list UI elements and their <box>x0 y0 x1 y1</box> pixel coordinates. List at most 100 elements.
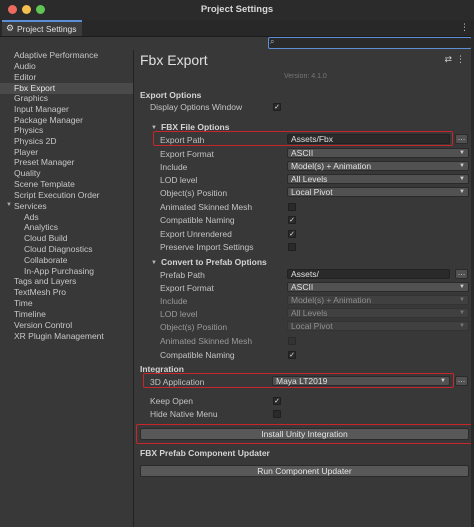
settings-sidebar: Adaptive Performance Audio Editor Fbx Ex… <box>0 50 134 527</box>
fbx-export-format-value: ASCII <box>291 148 314 158</box>
expanded-arrow-icon[interactable]: ▼ <box>6 202 12 208</box>
gear-icon: ⚙ <box>6 23 15 33</box>
prefab-path-label: Prefab Path <box>160 270 205 280</box>
sidebar-item-audio[interactable]: Audio <box>14 61 36 72</box>
sidebar-item-services[interactable]: Services <box>14 201 47 212</box>
prefab-export-format-dropdown[interactable]: ASCII ▼ <box>287 282 469 292</box>
fbx-include-dropdown[interactable]: Model(s) + Animation ▼ <box>287 161 469 171</box>
search-bar: ⌕ <box>0 37 474 49</box>
sidebar-item-cloud-diagnostics[interactable]: Cloud Diagnostics <box>24 244 93 255</box>
chevron-down-icon: ▼ <box>459 284 465 290</box>
fbx-position-value: Local Pivot <box>291 187 333 197</box>
sidebar-item-physics-2d[interactable]: Physics 2D <box>14 136 57 147</box>
display-options-window-checkbox[interactable]: ✓ <box>273 103 281 111</box>
sidebar-item-quality[interactable]: Quality <box>14 168 40 179</box>
sidebar-item-version-control[interactable]: Version Control <box>14 320 72 331</box>
window-title: Project Settings <box>200 4 274 15</box>
tab-project-settings[interactable]: ⚙ Project Settings <box>2 20 82 36</box>
sidebar-item-textmesh-pro[interactable]: TextMesh Pro <box>14 287 66 298</box>
fbx-animated-skinned-checkbox[interactable] <box>288 203 296 211</box>
chevron-down-icon: ▼ <box>459 150 465 156</box>
hide-native-menu-checkbox[interactable] <box>273 410 281 418</box>
fbx-compatible-naming-label: Compatible Naming <box>160 215 235 225</box>
fbx-export-format-dropdown[interactable]: ASCII ▼ <box>287 148 469 158</box>
chevron-down-icon: ▼ <box>459 176 465 182</box>
fbx-compatible-naming-checkbox[interactable]: ✓ <box>288 216 296 224</box>
hide-native-menu-label: Hide Native Menu <box>150 409 218 419</box>
sidebar-item-time[interactable]: Time <box>14 298 33 309</box>
sidebar-item-analytics[interactable]: Analytics <box>24 222 58 233</box>
fbx-lod-label: LOD level <box>160 175 198 185</box>
fbx-position-dropdown[interactable]: Local Pivot ▼ <box>287 187 469 197</box>
sidebar-item-xr-plugin-management[interactable]: XR Plugin Management <box>14 331 104 342</box>
checkmark-icon: ✓ <box>289 352 295 359</box>
prefab-compatible-naming-checkbox[interactable]: ✓ <box>288 351 296 359</box>
fbx-export-unrendered-checkbox[interactable]: ✓ <box>288 230 296 238</box>
tab-bar: ⚙ Project Settings ⋮ <box>0 20 474 37</box>
fbx-export-unrendered-label: Export Unrendered <box>160 229 232 239</box>
help-icon[interactable]: ⋮ <box>456 54 469 64</box>
sidebar-item-collaborate[interactable]: Collaborate <box>24 255 67 266</box>
prefab-path-field[interactable]: Assets/ <box>287 269 450 279</box>
checkmark-icon: ✓ <box>289 217 295 224</box>
sidebar-item-scene-template[interactable]: Scene Template <box>14 179 75 190</box>
prefab-export-format-label: Export Format <box>160 283 214 293</box>
prefab-include-label: Include <box>160 296 188 306</box>
prefab-lod-label: LOD level <box>160 309 198 319</box>
prefab-lod-dropdown[interactable]: All Levels ▼ <box>287 308 469 318</box>
keep-open-checkbox[interactable]: ✓ <box>273 397 281 405</box>
fbx-preserve-import-checkbox[interactable] <box>288 243 296 251</box>
fbx-export-format-label: Export Format <box>160 149 214 159</box>
prefab-position-value: Local Pivot <box>291 321 333 331</box>
preset-icon[interactable]: ⇄ <box>444 54 456 64</box>
prefab-compatible-naming-label: Compatible Naming <box>160 350 235 360</box>
chevron-down-icon: ▼ <box>459 310 465 316</box>
chevron-down-icon: ▼ <box>459 297 465 303</box>
tab-label: Project Settings <box>17 24 77 34</box>
prefab-include-value: Model(s) + Animation <box>291 295 372 305</box>
sidebar-item-adaptive-performance[interactable]: Adaptive Performance <box>14 50 98 61</box>
app-browse-button[interactable]: … <box>455 376 468 386</box>
fbx-position-label: Object(s) Position <box>160 188 228 198</box>
sidebar-item-graphics[interactable]: Graphics <box>14 93 48 104</box>
search-input[interactable]: ⌕ <box>268 37 472 49</box>
checkmark-icon: ✓ <box>289 231 295 238</box>
export-path-highlight <box>153 131 453 146</box>
fbx-lod-dropdown[interactable]: All Levels ▼ <box>287 174 469 184</box>
more-menu-icon[interactable]: ⋮ <box>460 22 469 33</box>
sidebar-item-editor[interactable]: Editor <box>14 72 36 83</box>
sidebar-item-script-execution-order[interactable]: Script Execution Order <box>14 190 100 201</box>
sidebar-item-cloud-build[interactable]: Cloud Build <box>24 233 67 244</box>
prefab-lod-value: All Levels <box>291 308 328 318</box>
prefab-path-browse-button[interactable]: … <box>455 269 468 279</box>
convert-prefab-heading: Convert to Prefab Options <box>161 257 267 267</box>
version-label: Version: 4.1.0 <box>284 73 327 80</box>
checkmark-icon: ✓ <box>274 104 280 111</box>
sidebar-item-input-manager[interactable]: Input Manager <box>14 104 69 115</box>
sidebar-item-timeline[interactable]: Timeline <box>14 309 46 320</box>
chevron-down-icon: ▼ <box>459 163 465 169</box>
search-icon: ⌕ <box>270 37 275 46</box>
prefab-include-dropdown[interactable]: Model(s) + Animation ▼ <box>287 295 469 305</box>
page-title: Fbx Export <box>140 52 208 68</box>
chevron-down-icon: ▼ <box>459 323 465 329</box>
prefab-animated-skinned-checkbox[interactable] <box>288 337 296 345</box>
sidebar-item-preset-manager[interactable]: Preset Manager <box>14 157 74 168</box>
title-bar: Project Settings <box>0 0 474 21</box>
convert-prefab-foldout-icon[interactable]: ▼ <box>151 260 157 266</box>
sidebar-item-tags-and-layers[interactable]: Tags and Layers <box>14 276 76 287</box>
fbx-include-value: Model(s) + Animation <box>291 161 372 171</box>
fbx-include-label: Include <box>160 162 188 172</box>
fbx-animated-skinned-label: Animated Skinned Mesh <box>160 202 253 212</box>
sidebar-item-physics[interactable]: Physics <box>14 125 43 136</box>
keep-open-label: Keep Open <box>150 396 194 406</box>
fbx-preserve-import-label: Preserve Import Settings <box>160 242 254 252</box>
run-component-updater-button[interactable]: Run Component Updater <box>140 465 469 477</box>
export-path-browse-button[interactable]: … <box>455 134 468 144</box>
prefab-position-label: Object(s) Position <box>160 322 228 332</box>
prefab-updater-heading: FBX Prefab Component Updater <box>140 448 270 458</box>
chevron-down-icon: ▼ <box>459 189 465 195</box>
prefab-position-dropdown[interactable]: Local Pivot ▼ <box>287 321 469 331</box>
display-options-window-label: Display Options Window <box>150 102 243 112</box>
checkmark-icon: ✓ <box>274 398 280 405</box>
